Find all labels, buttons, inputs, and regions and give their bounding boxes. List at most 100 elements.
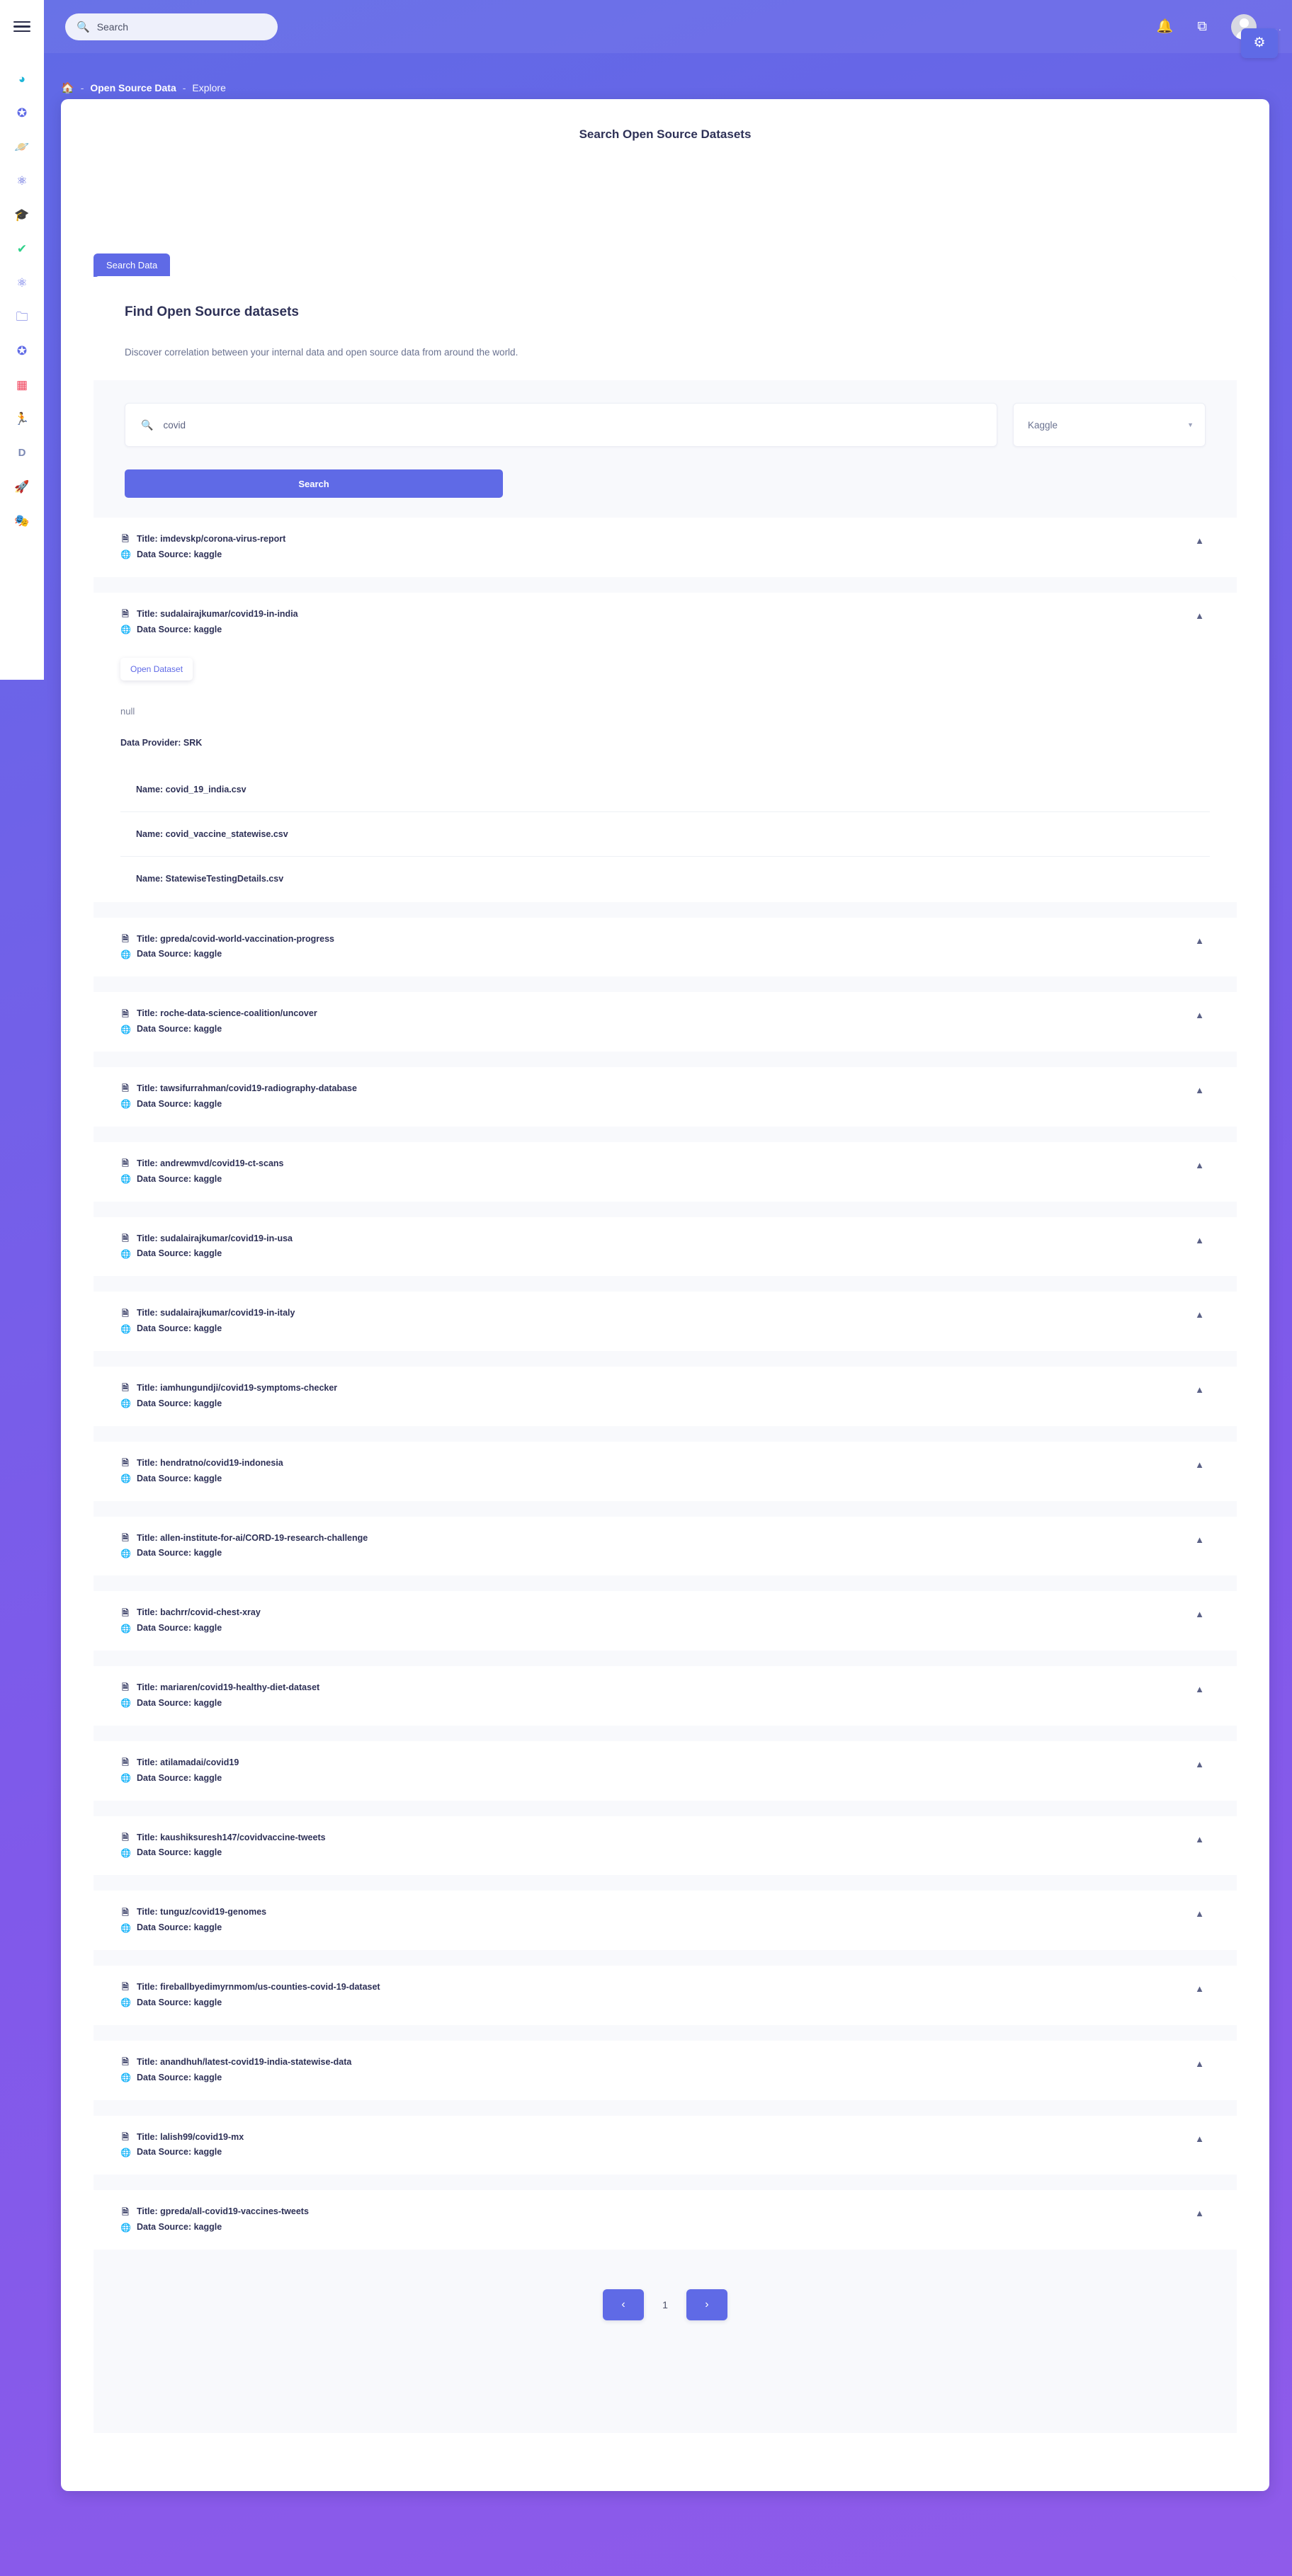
open-dataset-button[interactable]: Open Dataset <box>120 657 193 680</box>
result-header[interactable]: 🗎 Title: sudalairajkumar/covid19-in-india… <box>120 607 1210 638</box>
result-title-line: 🗎 Title: mariaren/covid19-healthy-diet-da… <box>120 1680 1189 1696</box>
sidebar-item-10-runner-icon[interactable]: 🏃 <box>0 401 44 435</box>
sidebar-item-8-compass-explore-icon[interactable]: ✪ <box>0 334 44 367</box>
result-header[interactable]: 🗎 Title: mariaren/covid19-healthy-diet-da… <box>120 1680 1210 1711</box>
result-header[interactable]: 🗎 Title: gpreda/covid-world-vaccination-p… <box>120 932 1210 963</box>
chevron-up-icon[interactable]: ▲ <box>1189 1306 1210 1323</box>
result-title: Title: allen-institute-for-ai/CORD-19-re… <box>137 1532 368 1543</box>
chevron-up-icon[interactable]: ▲ <box>1189 1456 1210 1474</box>
result-header[interactable]: 🗎 Title: andrewmvd/covid19-ct-scans 🌐 Data … <box>120 1156 1210 1187</box>
sidebar-item-1-compass-icon[interactable]: ✪ <box>0 96 44 130</box>
chevron-up-icon[interactable]: ▲ <box>1189 607 1210 625</box>
chevron-up-icon[interactable]: ▲ <box>1189 1905 1210 1922</box>
result-item: 🗎 Title: tunguz/covid19-genomes 🌐 Data Sour… <box>94 1891 1237 1950</box>
sidebar-item-9-calendar-icon[interactable]: ▦ <box>0 367 44 401</box>
chevron-up-icon[interactable]: ▲ <box>1189 1081 1210 1099</box>
data-source-select[interactable]: Kaggle ▼ <box>1013 403 1206 447</box>
result-header[interactable]: 🗎 Title: bachrr/covid-chest-xray 🌐 Data Sou… <box>120 1605 1210 1636</box>
page-card: Search Open Source Datasets Search Data … <box>61 99 1269 2491</box>
chevron-up-icon[interactable]: ▲ <box>1189 1755 1210 1773</box>
result-header[interactable]: 🗎 Title: gpreda/all-covid19-vaccines-twee… <box>120 2204 1210 2235</box>
result-source-line: 🌐 Data Source: kaggle <box>120 1696 1189 1711</box>
search-button[interactable]: Search <box>125 469 503 498</box>
sidebar-item-0-pie-chart-icon[interactable]: ◕ <box>0 62 44 96</box>
sidebar-item-2-planet-icon[interactable]: 🪐 <box>0 130 44 164</box>
result-source-line: 🌐 Data Source: kaggle <box>120 547 1189 563</box>
result-source: Data Source: kaggle <box>137 2147 222 2158</box>
folder-file-icon: 🗎 <box>122 1532 129 1543</box>
copy-windows-icon[interactable]: ⧉ <box>1197 20 1207 33</box>
file-list-item[interactable]: Name: covid_19_india.csv <box>120 785 1210 812</box>
file-list-item[interactable]: Name: covid_vaccine_statewise.csv <box>120 829 1210 857</box>
sidebar-item-3-atom-settings-icon[interactable]: ⚛ <box>0 164 44 198</box>
folder-file-icon: 🗎 <box>122 1907 129 1917</box>
breadcrumb-item-open-source-data[interactable]: Open Source Data <box>90 82 176 93</box>
sidebar-item-4-graduation-cap-icon[interactable]: 🎓 <box>0 198 44 232</box>
result-header[interactable]: 🗎 Title: allen-institute-for-ai/CORD-19-r… <box>120 1531 1210 1562</box>
sidebar-item-12-rocket-icon[interactable]: 🚀 <box>0 469 44 503</box>
chevron-up-icon[interactable]: ▲ <box>1189 2130 1210 2148</box>
gear-icon[interactable]: ⚙ <box>1241 28 1278 58</box>
search-input[interactable]: 🔍 covid <box>125 403 997 447</box>
chevron-up-icon[interactable]: ▲ <box>1189 1006 1210 1024</box>
globe-icon: 🌐 <box>120 1323 131 1334</box>
globe-icon: 🌐 <box>120 1248 131 1259</box>
hamburger-menu-icon[interactable] <box>13 18 30 35</box>
breadcrumb-separator-2: - <box>182 82 186 93</box>
chevron-up-icon[interactable]: ▲ <box>1189 2204 1210 2222</box>
result-header[interactable]: 🗎 Title: sudalairajkumar/covid19-in-italy… <box>120 1306 1210 1337</box>
chevron-up-icon[interactable]: ▲ <box>1189 1231 1210 1249</box>
result-title: Title: kaushiksuresh147/covidvaccine-twe… <box>137 1832 326 1842</box>
chevron-up-icon[interactable]: ▲ <box>1189 932 1210 950</box>
result-header[interactable]: 🗎 Title: atilamadai/covid19 🌐 Data Source: … <box>120 1755 1210 1786</box>
result-item: 🗎 Title: kaushiksuresh147/covidvaccine-tw… <box>94 1816 1237 1876</box>
chevron-up-icon[interactable]: ▲ <box>1189 1156 1210 1174</box>
result-header[interactable]: 🗎 Title: sudalairajkumar/covid19-in-usa 🌐 D… <box>120 1231 1210 1263</box>
chevron-up-icon[interactable]: ▲ <box>1189 1830 1210 1848</box>
global-search-input[interactable]: 🔍 Search <box>65 13 278 40</box>
result-source-line: 🌐 Data Source: kaggle <box>120 1995 1189 2011</box>
result-meta: 🗎 Title: anandhuh/latest-covid19-india-st… <box>120 2055 1189 2086</box>
result-header[interactable]: 🗎 Title: fireballbyedimyrnmom/us-counties… <box>120 1980 1210 2011</box>
pagination-next-button[interactable]: › <box>686 2289 727 2320</box>
sidebar-item-13-mask-icon[interactable]: 🎭 <box>0 503 44 537</box>
file-list-item[interactable]: Name: StatewiseTestingDetails.csv <box>120 874 1210 888</box>
bell-icon[interactable]: 🔔 <box>1157 20 1174 33</box>
result-header[interactable]: 🗎 Title: roche-data-science-coalition/unc… <box>120 1006 1210 1037</box>
chevron-up-icon[interactable]: ▲ <box>1189 532 1210 549</box>
result-item: 🗎 Title: iamhungundji/covid19-symptoms-ch… <box>94 1367 1237 1426</box>
result-meta: 🗎 Title: kaushiksuresh147/covidvaccine-tw… <box>120 1830 1189 1862</box>
result-source: Data Source: kaggle <box>137 2072 222 2082</box>
result-title: Title: fireballbyedimyrnmom/us-counties-… <box>137 1982 380 1992</box>
result-header[interactable]: 🗎 Title: iamhungundji/covid19-symptoms-ch… <box>120 1381 1210 1412</box>
chevron-up-icon[interactable]: ▲ <box>1189 1381 1210 1398</box>
result-header[interactable]: 🗎 Title: tunguz/covid19-genomes 🌐 Data Sour… <box>120 1905 1210 1936</box>
chevron-up-icon[interactable]: ▲ <box>1189 1531 1210 1549</box>
sidebar-item-6-atom-icon[interactable]: ⚛ <box>0 266 44 300</box>
tab-search-data[interactable]: Search Data <box>94 253 171 277</box>
folder-file-icon: 🗎 <box>122 1757 129 1768</box>
breadcrumb: 🏠 - Open Source Data - Explore <box>61 81 226 94</box>
result-header[interactable]: 🗎 Title: anandhuh/latest-covid19-india-st… <box>120 2055 1210 2086</box>
globe-icon: 🌐 <box>120 2147 131 2158</box>
sidebar-item-7-folder-icon[interactable]: 🗀 <box>0 300 44 334</box>
pagination-prev-button[interactable]: ‹ <box>603 2289 645 2320</box>
result-header[interactable]: 🗎 Title: kaushiksuresh147/covidvaccine-tw… <box>120 1830 1210 1862</box>
result-source-line: 🌐 Data Source: kaggle <box>120 1771 1189 1786</box>
sidebar-item-5-check-icon[interactable]: ✔ <box>0 232 44 266</box>
chevron-up-icon[interactable]: ▲ <box>1189 1680 1210 1698</box>
chevron-up-icon[interactable]: ▲ <box>1189 2055 1210 2073</box>
sidebar-item-11-letter-d-icon[interactable]: D <box>0 435 44 469</box>
home-icon[interactable]: 🏠 <box>61 81 74 94</box>
chevron-up-icon[interactable]: ▲ <box>1189 1980 1210 1997</box>
result-header[interactable]: 🗎 Title: imdevskp/corona-virus-report 🌐 Dat… <box>120 532 1210 563</box>
result-header[interactable]: 🗎 Title: tawsifurrahman/covid19-radiograp… <box>120 1081 1210 1112</box>
result-header[interactable]: 🗎 Title: hendratno/covid19-indonesia 🌐 Data… <box>120 1456 1210 1487</box>
breadcrumb-item-explore[interactable]: Explore <box>192 82 225 93</box>
globe-icon: 🌐 <box>120 549 131 560</box>
result-header[interactable]: 🗎 Title: lalish99/covid19-mx 🌐 Data Source:… <box>120 2130 1210 2161</box>
result-source: Data Source: kaggle <box>137 1847 222 1858</box>
global-search-placeholder: Search <box>96 21 129 33</box>
result-source-line: 🌐 Data Source: kaggle <box>120 1621 1189 1636</box>
chevron-up-icon[interactable]: ▲ <box>1189 1605 1210 1623</box>
